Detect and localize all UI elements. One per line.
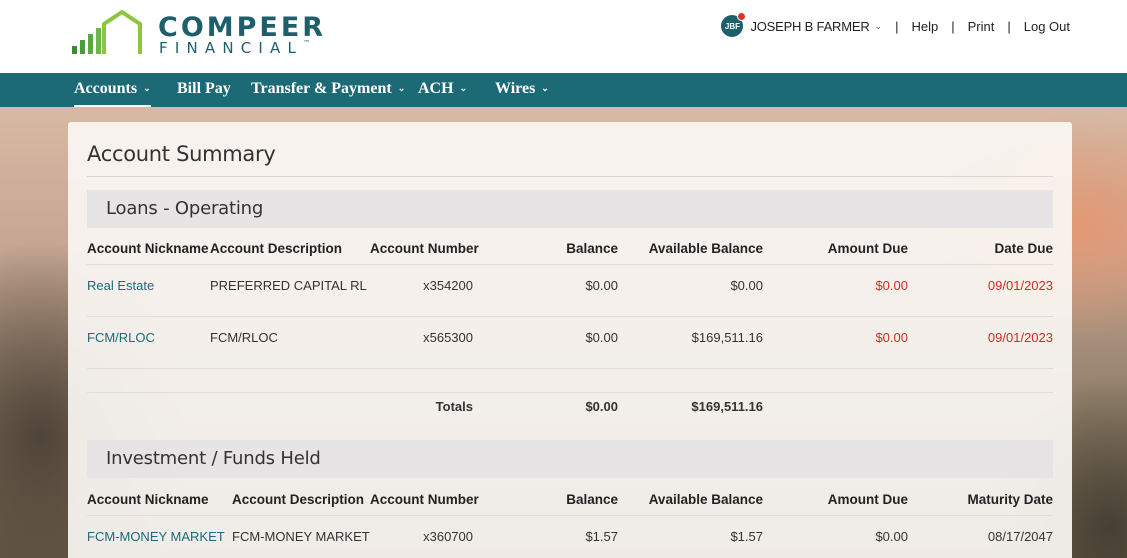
maturity-date: 08/17/2047 <box>987 529 1053 544</box>
account-nickname-link[interactable]: FCM-MONEY MARKET <box>87 529 225 544</box>
balance: $0.00 <box>585 330 618 345</box>
account-number: x565300 <box>423 330 473 345</box>
nav-transfer-payment[interactable]: Transfer & Payment ⌄ <box>251 73 405 107</box>
divider <box>87 392 1053 393</box>
notification-dot <box>737 12 747 21</box>
logo-house-bars-icon <box>72 9 142 54</box>
column-header[interactable]: Account Description <box>210 241 342 256</box>
column-header[interactable]: Balance <box>518 241 618 256</box>
chevron-down-icon: ⌄ <box>459 83 468 93</box>
balance: $1.57 <box>585 529 618 544</box>
nav-wires[interactable]: Wires ⌄ <box>495 73 549 107</box>
print-link[interactable]: Print <box>968 19 995 34</box>
user-name-menu[interactable]: JOSEPH B FARMER <box>750 19 869 34</box>
account-number: x360700 <box>423 529 473 544</box>
column-header[interactable]: Available Balance <box>623 241 763 256</box>
column-header[interactable]: Account Nickname <box>87 492 209 507</box>
compeer-logo[interactable]: COMPEER FINANCIAL™ <box>70 8 330 58</box>
nav-bill-pay[interactable]: Bill Pay <box>177 73 231 107</box>
column-header[interactable]: Amount Due <box>788 492 908 507</box>
divider <box>87 176 1053 177</box>
chevron-down-icon[interactable]: ⌄ <box>875 21 883 32</box>
column-header[interactable]: Account Description <box>232 492 364 507</box>
divider: | <box>1007 18 1011 34</box>
account-nickname-link[interactable]: FCM/RLOC <box>87 330 155 345</box>
account-summary-panel: Account Summary Loans - Operating Accoun… <box>68 122 1072 558</box>
column-header[interactable]: Account Number <box>370 241 479 256</box>
account-description: FCM-MONEY MARKET <box>232 529 370 544</box>
avatar-initials: JBF <box>724 21 740 31</box>
amount-due: $0.00 <box>875 529 908 544</box>
available-balance: $1.57 <box>730 529 763 544</box>
loans-section-header: Loans - Operating <box>87 190 1053 228</box>
column-header[interactable]: Amount Due <box>788 241 908 256</box>
account-description: FCM/RLOC <box>210 330 278 345</box>
main-nav: Accounts ⌄ Bill Pay Transfer & Payment ⌄ A… <box>0 73 1127 107</box>
column-header[interactable]: Balance <box>518 492 618 507</box>
column-header[interactable]: Available Balance <box>623 492 763 507</box>
page-title: Account Summary <box>87 142 276 166</box>
logout-link[interactable]: Log Out <box>1024 19 1070 34</box>
nav-accounts[interactable]: Accounts ⌄ <box>74 73 151 107</box>
account-number: x354200 <box>423 278 473 293</box>
chevron-down-icon: ⌄ <box>541 83 549 93</box>
divider <box>87 264 1053 265</box>
column-header[interactable]: Account Nickname <box>87 241 209 256</box>
column-header[interactable]: Account Number <box>370 492 479 507</box>
section-title: Loans - Operating <box>106 198 264 219</box>
balance: $0.00 <box>585 278 618 293</box>
total-balance: $0.00 <box>585 399 618 414</box>
chevron-down-icon: ⌄ <box>397 83 406 93</box>
divider: | <box>951 18 955 34</box>
divider <box>87 515 1053 516</box>
column-header[interactable]: Date Due <box>928 241 1053 256</box>
column-header[interactable]: Maturity Date <box>928 492 1053 507</box>
account-description: PREFERRED CAPITAL RL <box>210 278 367 293</box>
totals-label: Totals <box>435 399 473 414</box>
amount-due: $0.00 <box>875 278 908 293</box>
amount-due: $0.00 <box>875 330 908 345</box>
user-toolbar: JBF JOSEPH B FARMER ⌄ | Help | Print | L… <box>721 12 1070 38</box>
date-due: 09/01/2023 <box>987 330 1053 345</box>
investment-section-header: Investment / Funds Held <box>87 440 1053 478</box>
section-title: Investment / Funds Held <box>106 448 321 469</box>
logo-wordmark-bottom: FINANCIAL™ <box>159 39 311 57</box>
chevron-down-icon: ⌄ <box>143 83 151 93</box>
nav-ach[interactable]: ACH ⌄ <box>418 73 467 107</box>
divider: | <box>895 18 899 34</box>
divider <box>87 368 1053 369</box>
available-balance: $169,511.16 <box>691 330 763 345</box>
account-nickname-link[interactable]: Real Estate <box>87 278 154 293</box>
date-due: 09/01/2023 <box>987 278 1053 293</box>
total-available-balance: $169,511.16 <box>691 399 763 414</box>
divider <box>87 316 1053 317</box>
app-header: COMPEER FINANCIAL™ JBF JOSEPH B FARMER ⌄… <box>0 0 1127 73</box>
available-balance: $0.00 <box>730 278 763 293</box>
avatar[interactable]: JBF <box>721 12 747 37</box>
help-link[interactable]: Help <box>911 19 938 34</box>
